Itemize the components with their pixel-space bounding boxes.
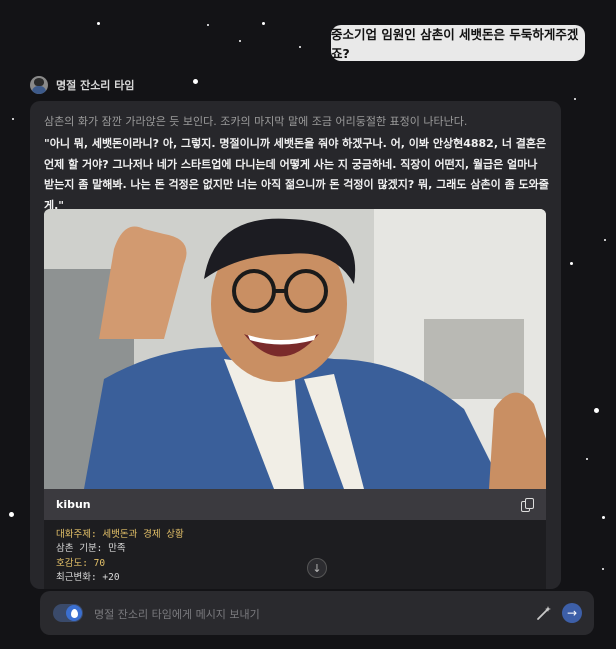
user-message-bubble: 중소기업 임원인 삼촌이 세뱃돈은 두둑하게주겠죠? [331,25,585,61]
bot-name: 명절 잔소리 타임 [56,79,135,92]
bot-header: 명절 잔소리 타임 [30,76,135,94]
image-caption-bar: kibun [44,489,546,520]
status-panel: 대화주제: 세뱃돈과 경제 상황 삼촌 기분: 만족 호감도: 70 최근변화:… [44,520,546,589]
message-composer: → [40,591,594,635]
message-input[interactable] [92,603,516,625]
water-drop-icon [66,605,82,621]
magic-wand-icon[interactable] [535,604,553,622]
arrow-right-icon[interactable]: → [562,603,582,623]
bot-narration: 삼촌의 화가 잠깐 가라앉은 듯 보인다. 조카의 마지막 말에 조금 어리둥절… [44,115,468,128]
user-message-text: 중소기업 임원인 삼촌이 세뱃돈은 두둑하게주겠죠? [331,27,579,61]
status-topic: 대화주제: 세뱃돈과 경제 상황 [56,529,184,540]
status-recent-change: 최근변화: +20 [56,571,120,583]
status-affinity: 호감도: 70 [56,557,106,569]
copy-icon[interactable] [520,497,534,512]
image-caption-title: kibun [56,498,91,511]
status-mood: 삼촌 기분: 만족 [56,543,126,555]
character-illustration[interactable] [44,209,546,489]
arrow-down-icon[interactable]: ↓ [307,558,327,578]
water-drop-toggle[interactable] [53,604,83,622]
bot-dialogue: "아니 뭐, 세뱃돈이라니? 아, 그렇지. 명절이니까 세뱃돈을 줘야 하겠구… [44,137,549,212]
bot-message-card: 삼촌의 화가 잠깐 가라앉은 듯 보인다. 조카의 마지막 말에 조금 어리둥절… [30,101,561,589]
bot-avatar[interactable] [30,76,48,94]
